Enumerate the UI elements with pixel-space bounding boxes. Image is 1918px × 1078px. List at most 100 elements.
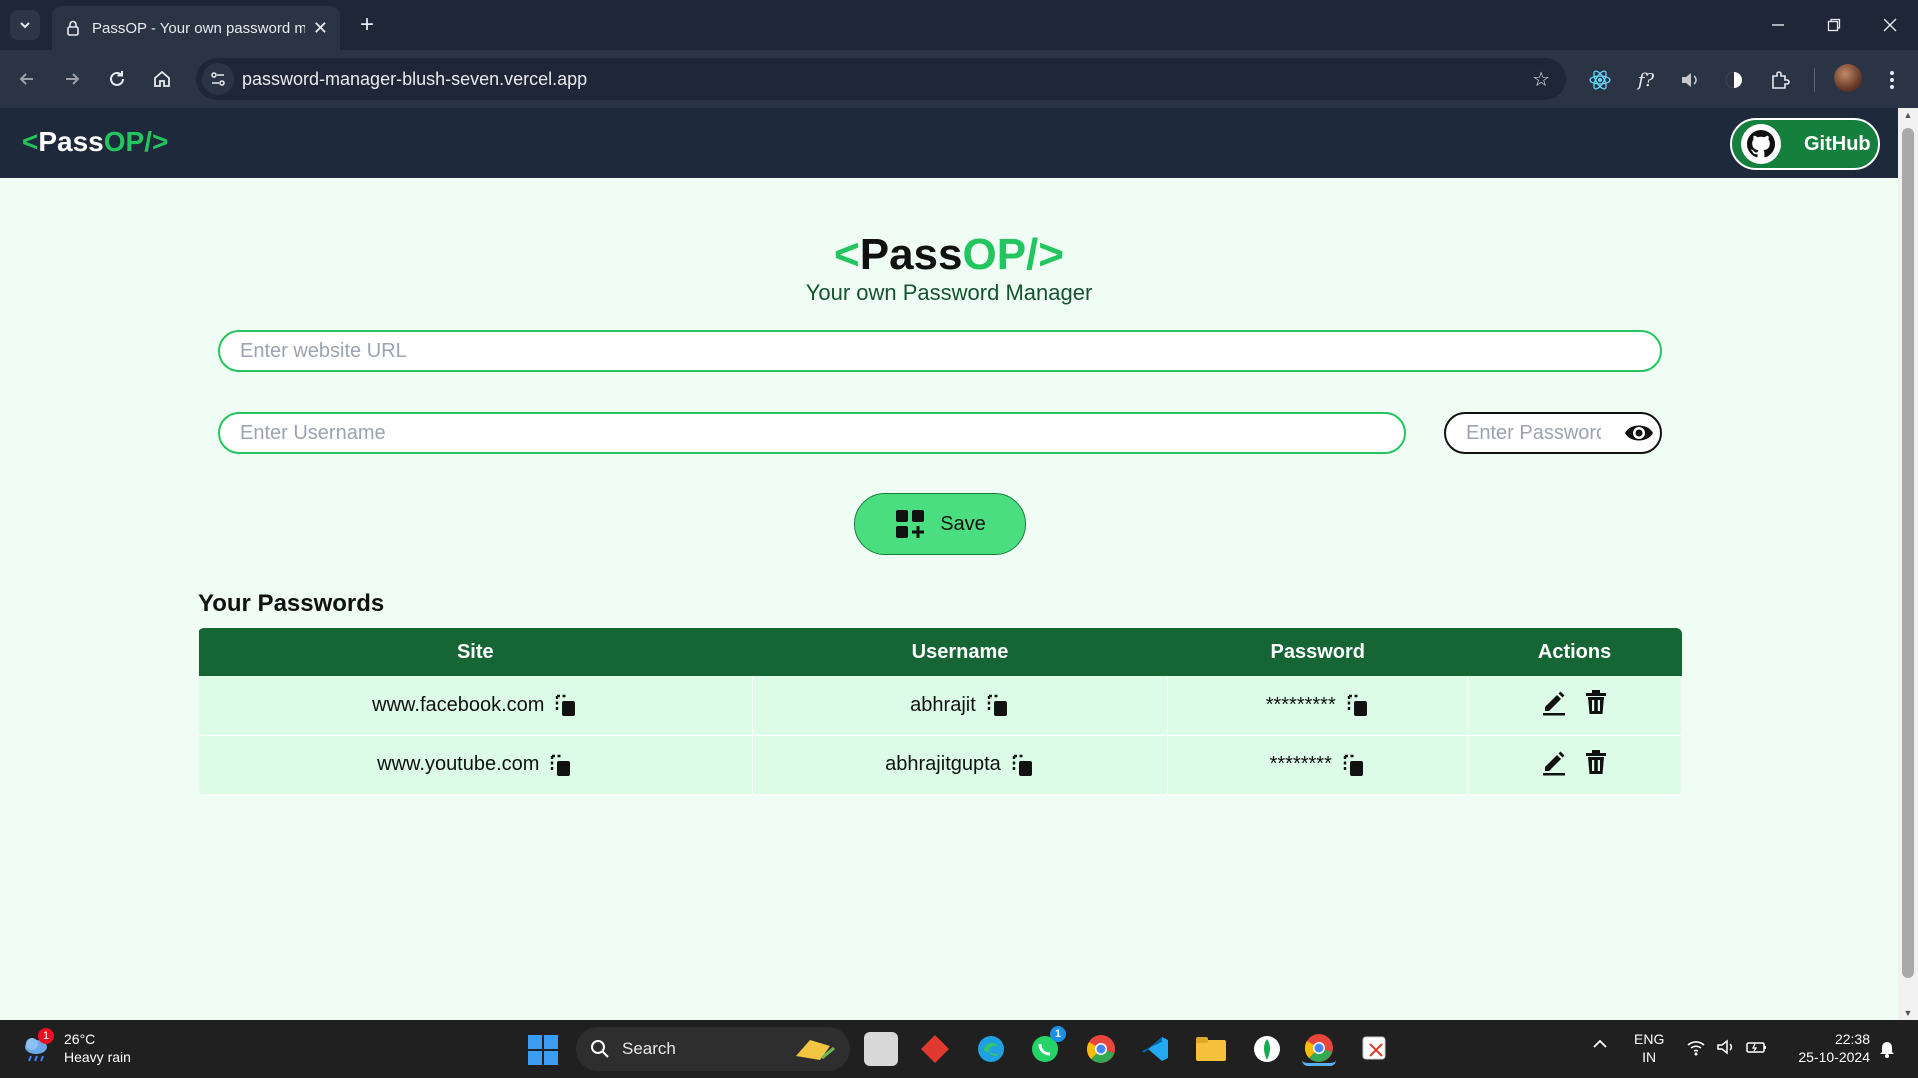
column-header-actions: Actions bbox=[1467, 628, 1682, 676]
browser-menu-icon[interactable] bbox=[1878, 66, 1906, 94]
table-row: www.youtube.com abhrajitgupta ******** bbox=[198, 735, 1682, 795]
delete-trash-icon[interactable] bbox=[1582, 688, 1610, 716]
home-button[interactable] bbox=[145, 62, 179, 96]
react-devtools-icon[interactable] bbox=[1586, 66, 1614, 94]
font-finder-icon[interactable]: f? bbox=[1632, 66, 1660, 94]
logo-pass: Pass bbox=[38, 126, 104, 157]
windows-taskbar: 1 26°C Heavy rain Search 1 ENG IN 22:38 … bbox=[0, 1020, 1918, 1078]
column-header-username: Username bbox=[752, 628, 1168, 676]
whatsapp-icon[interactable]: 1 bbox=[1028, 1026, 1066, 1066]
arrow-left-icon bbox=[19, 73, 33, 85]
copy-icon[interactable] bbox=[549, 752, 573, 778]
site-text: www.youtube.com bbox=[377, 753, 540, 775]
profile-avatar[interactable] bbox=[1834, 64, 1862, 92]
vscode-icon[interactable] bbox=[1138, 1032, 1172, 1066]
whatsapp-badge: 1 bbox=[1050, 1026, 1066, 1042]
new-tab-button[interactable]: + bbox=[352, 10, 382, 40]
password-mask: ******** bbox=[1269, 753, 1332, 775]
scrollbar-thumb[interactable] bbox=[1902, 128, 1914, 978]
hero-logo-bracket: < bbox=[834, 230, 860, 279]
dark-reader-icon[interactable] bbox=[1720, 66, 1748, 94]
copy-icon[interactable] bbox=[986, 692, 1010, 718]
search-highlight-icon bbox=[796, 1040, 835, 1060]
weather-widget[interactable]: 1 26°C Heavy rain bbox=[22, 1028, 131, 1066]
language-indicator[interactable]: ENG IN bbox=[1634, 1030, 1664, 1066]
close-window-button[interactable] bbox=[1870, 8, 1910, 42]
github-label: GitHub bbox=[1804, 132, 1871, 155]
copy-icon[interactable] bbox=[1011, 752, 1035, 778]
username-input[interactable] bbox=[218, 412, 1406, 454]
password-cell: ******** bbox=[1167, 735, 1469, 795]
task-view-icon[interactable] bbox=[864, 1032, 898, 1066]
actions-cell bbox=[1467, 735, 1682, 795]
arrow-right-icon bbox=[66, 73, 80, 85]
bookmark-star-icon[interactable]: ☆ bbox=[1532, 67, 1550, 92]
language-line1: ENG bbox=[1634, 1031, 1665, 1047]
chrome-icon[interactable] bbox=[1084, 1032, 1118, 1066]
site-info-icon[interactable] bbox=[202, 63, 234, 95]
nav-logo[interactable]: <PassOP/> bbox=[22, 126, 168, 158]
chrome-active-profile-icon[interactable] bbox=[1302, 1032, 1336, 1066]
browser-tabbar: PassOP - Your own password m ✕ + bbox=[0, 0, 1918, 50]
tab-search-button[interactable] bbox=[10, 10, 40, 40]
back-button[interactable] bbox=[10, 62, 44, 96]
browser-tab-active[interactable]: PassOP - Your own password m ✕ bbox=[52, 6, 340, 50]
show-password-eye-icon[interactable] bbox=[1624, 421, 1654, 445]
hero-logo-op: OP/> bbox=[962, 230, 1064, 279]
volume-extension-icon[interactable] bbox=[1676, 66, 1704, 94]
save-button[interactable]: Save bbox=[854, 493, 1026, 555]
system-tray-icons[interactable] bbox=[1686, 1038, 1768, 1056]
rain-cloud-icon: 1 bbox=[22, 1028, 54, 1062]
logo-bracket: < bbox=[22, 126, 39, 157]
clock-date: 25-10-2024 bbox=[1798, 1049, 1870, 1065]
tray-overflow-chevron-icon[interactable] bbox=[1592, 1036, 1608, 1056]
add-grid-icon bbox=[896, 510, 925, 538]
copy-icon[interactable] bbox=[1342, 752, 1366, 778]
clock[interactable]: 22:38 25-10-2024 bbox=[1782, 1030, 1870, 1066]
delete-trash-icon[interactable] bbox=[1582, 748, 1610, 776]
hero-logo: <PassOP/> bbox=[0, 230, 1898, 280]
scroll-down-arrow-icon[interactable]: ▼ bbox=[1903, 1008, 1913, 1018]
scroll-up-arrow-icon[interactable]: ▲ bbox=[1903, 110, 1913, 120]
website-url-input[interactable] bbox=[218, 330, 1662, 372]
file-explorer-icon[interactable] bbox=[1194, 1032, 1228, 1066]
search-label: Search bbox=[622, 1039, 676, 1058]
username-cell: abhrajit bbox=[751, 676, 1169, 736]
start-icon-tile bbox=[544, 1051, 558, 1065]
mongodb-compass-icon[interactable] bbox=[1250, 1032, 1284, 1066]
weather-badge: 1 bbox=[38, 1028, 54, 1044]
page-viewport: <PassOP/> GitHub <PassOP/> Your own Pass… bbox=[0, 108, 1898, 1020]
edge-browser-icon[interactable] bbox=[974, 1032, 1008, 1066]
address-bar[interactable]: password-manager-blush-seven.vercel.app … bbox=[196, 58, 1566, 100]
extensions-puzzle-icon[interactable] bbox=[1766, 66, 1794, 94]
taskbar-search[interactable]: Search bbox=[576, 1027, 850, 1071]
passwords-table: Site Username Password Actions www.faceb… bbox=[198, 628, 1682, 795]
tagline: Your own Password Manager bbox=[805, 280, 1093, 305]
github-button[interactable]: GitHub bbox=[1730, 118, 1880, 170]
reload-button[interactable] bbox=[100, 62, 134, 96]
reload-icon bbox=[110, 71, 124, 86]
notification-bell-icon[interactable] bbox=[1878, 1038, 1896, 1062]
table-row: www.facebook.com abhrajit ********* bbox=[198, 676, 1682, 736]
logo-op: OP/> bbox=[103, 126, 169, 157]
chevron-down-icon bbox=[20, 22, 30, 29]
password-mask: ********* bbox=[1265, 693, 1336, 716]
edit-icon[interactable] bbox=[1540, 748, 1568, 776]
minimize-button[interactable] bbox=[1758, 8, 1798, 42]
browser-toolbar: password-manager-blush-seven.vercel.app … bbox=[0, 50, 1918, 108]
copy-icon[interactable] bbox=[554, 692, 578, 718]
windows-start-button[interactable] bbox=[528, 1035, 558, 1065]
snipping-tool-icon[interactable] bbox=[1358, 1032, 1392, 1066]
password-input[interactable] bbox=[1446, 414, 1621, 452]
home-icon bbox=[154, 70, 170, 87]
copy-icon[interactable] bbox=[1346, 692, 1370, 718]
url-text: password-manager-blush-seven.vercel.app bbox=[242, 68, 588, 89]
app-red-diamond-icon[interactable] bbox=[918, 1032, 952, 1066]
tab-close-icon[interactable]: ✕ bbox=[313, 18, 328, 39]
username-text: abhrajit bbox=[910, 693, 976, 716]
page-scrollbar[interactable]: ▲ ▼ bbox=[1898, 108, 1918, 1020]
restore-button[interactable] bbox=[1814, 8, 1854, 42]
column-header-password: Password bbox=[1167, 628, 1468, 676]
forward-button[interactable] bbox=[55, 62, 89, 96]
edit-icon[interactable] bbox=[1540, 688, 1568, 716]
